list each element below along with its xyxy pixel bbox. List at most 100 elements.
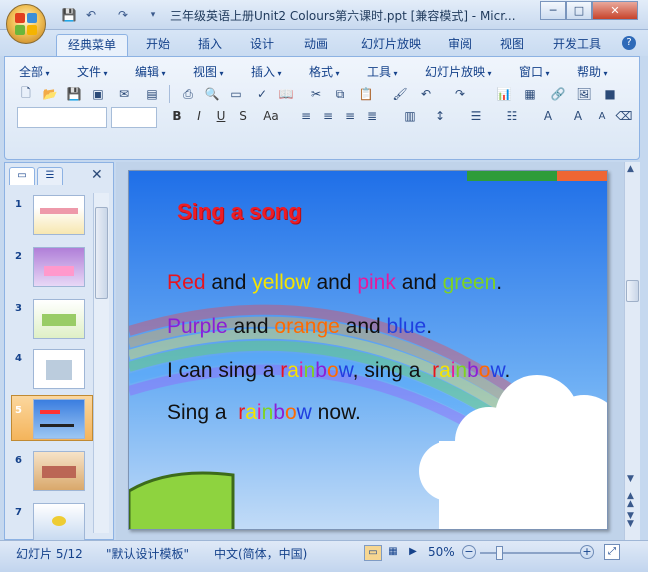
open-icon[interactable]: 📂 xyxy=(41,85,59,103)
save-icon[interactable]: 💾 xyxy=(60,7,78,23)
scroll-up-icon[interactable]: ▲ xyxy=(627,164,634,174)
zoom-in-icon[interactable]: + xyxy=(580,545,594,559)
copy-icon[interactable]: ⧉ xyxy=(331,85,349,103)
align-center-icon[interactable]: ≡ xyxy=(319,107,337,125)
close-button[interactable]: ✕ xyxy=(592,1,638,20)
shadow-button[interactable]: S xyxy=(233,107,253,125)
fit-to-window-icon[interactable]: ⤢ xyxy=(604,544,620,560)
thumbnail-scrollbar[interactable] xyxy=(93,193,109,533)
justify-icon[interactable]: ≣ xyxy=(363,107,381,125)
next-slide-icon[interactable]: ▼ ▼ xyxy=(627,512,634,529)
close-panel-icon[interactable]: ✕ xyxy=(91,167,103,183)
undo-icon[interactable]: ↶ xyxy=(82,7,100,23)
redo-icon[interactable]: ↷ xyxy=(114,7,132,23)
format-painter-icon[interactable]: 🖌 xyxy=(391,85,409,103)
grow-font-icon[interactable]: A xyxy=(569,107,587,125)
tab-insert[interactable]: 插入 xyxy=(188,34,232,56)
minimize-button[interactable]: ─ xyxy=(540,1,566,20)
slide-sorter-icon[interactable]: ▦ xyxy=(384,545,402,561)
tab-design[interactable]: 设计 xyxy=(240,34,284,56)
save-toolbar-icon[interactable]: 💾 xyxy=(65,85,83,103)
print-icon[interactable]: ⎙ xyxy=(179,85,197,103)
zoom-out-icon[interactable]: − xyxy=(462,545,476,559)
publish-icon[interactable]: ▤ xyxy=(143,85,161,103)
slide-thumbnail-5[interactable] xyxy=(33,399,85,439)
office-button[interactable] xyxy=(6,4,46,44)
tab-home[interactable]: 开始 xyxy=(136,34,180,56)
menu-window[interactable]: 窗口 xyxy=(519,63,550,80)
chart-icon[interactable]: 📊 xyxy=(495,85,513,103)
print-preview-icon[interactable]: 🔍 xyxy=(203,85,221,103)
menu-slideshow[interactable]: 幻灯片放映 xyxy=(425,63,492,80)
qat-customize-icon[interactable]: ▾ xyxy=(144,7,162,23)
zoom-level[interactable]: 50% xyxy=(428,545,455,559)
zoom-slider-thumb[interactable] xyxy=(496,546,503,560)
tab-review[interactable]: 审阅 xyxy=(438,34,482,56)
outline-tab[interactable]: ☰ xyxy=(37,167,63,185)
permission-icon[interactable]: ▣ xyxy=(89,85,107,103)
slide-thumbnail-1[interactable] xyxy=(33,195,85,235)
italic-button[interactable]: I xyxy=(189,107,209,125)
shrink-font-icon[interactable]: A xyxy=(593,107,611,125)
zoom-slider-track[interactable] xyxy=(480,552,580,554)
align-left-icon[interactable]: ≡ xyxy=(297,107,315,125)
menu-insert[interactable]: 插入 xyxy=(251,63,282,80)
lyric-word: w xyxy=(296,401,312,424)
redo-toolbar-icon[interactable]: ↷ xyxy=(451,85,469,103)
undo-toolbar-icon[interactable]: ↶ xyxy=(417,85,435,103)
slide-view-icon[interactable]: ▭ xyxy=(227,85,245,103)
slide-thumbnail-7[interactable] xyxy=(33,503,85,543)
new-icon[interactable]: 🗋 xyxy=(17,85,35,103)
previous-slide-icon[interactable]: ▲ ▲ xyxy=(627,492,634,509)
help-icon[interactable]: ? xyxy=(622,36,636,50)
clear-format-icon[interactable]: ⌫ xyxy=(615,107,633,125)
menu-all[interactable]: 全部 xyxy=(19,63,50,80)
columns-icon[interactable]: ▥ xyxy=(401,107,419,125)
font-name-combo[interactable] xyxy=(17,107,107,128)
current-slide[interactable]: Sing a song Red and yellow and pink and … xyxy=(128,170,608,530)
hyperlink-icon[interactable]: 🔗 xyxy=(549,85,567,103)
email-icon[interactable]: ✉ xyxy=(115,85,133,103)
tab-animation[interactable]: 动画 xyxy=(294,34,338,56)
editor-scrollbar[interactable]: ▲ ▼ ▲ ▲ ▼ ▼ xyxy=(624,162,640,540)
font-size-combo[interactable] xyxy=(111,107,157,128)
maximize-button[interactable]: □ xyxy=(566,1,592,20)
paste-icon[interactable]: 📋 xyxy=(357,85,375,103)
bullets-icon[interactable]: ☷ xyxy=(503,107,521,125)
tab-developer[interactable]: 开发工具 xyxy=(544,34,610,56)
menu-file[interactable]: 文件 xyxy=(77,63,108,80)
menu-view[interactable]: 视图 xyxy=(193,63,224,80)
table-icon[interactable]: ▦ xyxy=(521,85,539,103)
thumbnail-scroll-thumb[interactable] xyxy=(95,207,108,299)
line-spacing-icon[interactable]: ↕ xyxy=(431,107,449,125)
color-icon[interactable]: ■ xyxy=(601,85,619,103)
slide-thumbnail-6[interactable] xyxy=(33,451,85,491)
menu-help[interactable]: 帮助 xyxy=(577,63,608,80)
underline-button[interactable]: U xyxy=(211,107,231,125)
align-right-icon[interactable]: ≡ xyxy=(341,107,359,125)
cut-icon[interactable]: ✂ xyxy=(307,85,325,103)
slide-thumbnail-2[interactable] xyxy=(33,247,85,287)
menu-edit[interactable]: 编辑 xyxy=(135,63,166,80)
thumbnail-number: 5 xyxy=(15,405,22,416)
language-indicator[interactable]: 中文(简体，中国) xyxy=(214,545,307,562)
font-color-icon[interactable]: A xyxy=(539,107,557,125)
numbering-icon[interactable]: ☰ xyxy=(467,107,485,125)
tab-slideshow[interactable]: 幻灯片放映 xyxy=(350,34,432,56)
change-case-button[interactable]: Aa xyxy=(259,107,283,125)
tab-classic-menu[interactable]: 经典菜单 xyxy=(56,34,128,56)
editor-scroll-thumb[interactable] xyxy=(626,280,639,302)
slides-tab[interactable]: ▭ xyxy=(9,167,35,185)
slideshow-view-icon[interactable]: ▶ xyxy=(404,545,422,561)
normal-view-icon[interactable]: ▭ xyxy=(364,545,382,561)
research-icon[interactable]: 📖 xyxy=(277,85,295,103)
slide-thumbnail-3[interactable] xyxy=(33,299,85,339)
slide-thumbnail-4[interactable] xyxy=(33,349,85,389)
menu-format[interactable]: 格式 xyxy=(309,63,340,80)
tab-view[interactable]: 视图 xyxy=(490,34,534,56)
spelling-icon[interactable]: ✓ xyxy=(253,85,271,103)
picture-icon[interactable]: 🖼 xyxy=(575,85,593,103)
scroll-down-icon[interactable]: ▼ xyxy=(627,474,634,484)
menu-tools[interactable]: 工具 xyxy=(367,63,398,80)
bold-button[interactable]: B xyxy=(167,107,187,125)
